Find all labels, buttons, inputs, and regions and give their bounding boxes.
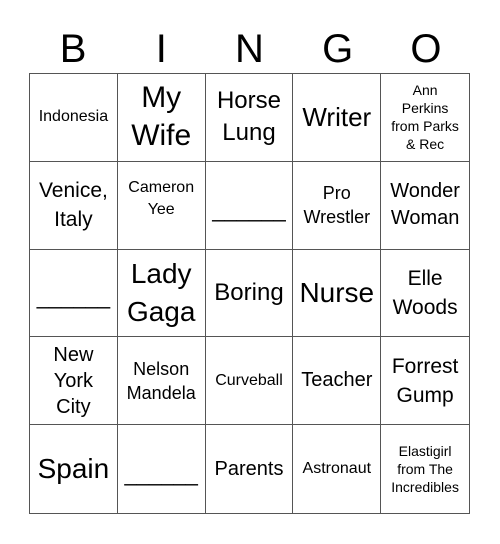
bingo-cell[interactable]: Cameron Yee xyxy=(117,161,206,250)
bingo-cell[interactable]: Nurse xyxy=(293,249,382,338)
bingo-cell[interactable]: Indonesia xyxy=(30,74,118,162)
bingo-cell[interactable]: Astronaut xyxy=(293,425,382,513)
bingo-header: B I N G O xyxy=(29,20,470,72)
header-letter-i: I xyxy=(155,27,167,71)
bingo-cell[interactable]: Spain xyxy=(30,425,118,513)
bingo-grid: Indonesia My Wife Horse Lung Writer Ann … xyxy=(29,73,470,514)
header-letter-n: N xyxy=(235,27,264,71)
header-letter-o: O xyxy=(410,27,442,71)
bingo-cell-blank[interactable]: ______ xyxy=(205,161,294,250)
bingo-cell-blank[interactable]: ______ xyxy=(30,249,118,338)
header-letter-g: G xyxy=(322,27,354,71)
bingo-cell[interactable]: Elastigirl from The Incredibles xyxy=(381,425,469,513)
bingo-cell[interactable]: Boring xyxy=(205,249,294,338)
bingo-cell[interactable]: Venice, Italy xyxy=(30,161,118,250)
bingo-cell[interactable]: Wonder Woman xyxy=(381,162,469,250)
bingo-cell[interactable]: New York City xyxy=(30,337,118,426)
bingo-cell[interactable]: Horse Lung xyxy=(205,74,294,162)
bingo-cell[interactable]: Nelson Mandela xyxy=(117,337,206,426)
bingo-cell[interactable]: Parents xyxy=(206,425,294,513)
bingo-cell[interactable]: Ann Perkins from Parks & Rec xyxy=(381,74,469,162)
bingo-cell[interactable]: Writer xyxy=(293,74,382,162)
bingo-cell[interactable]: Teacher xyxy=(293,337,382,426)
bingo-cell[interactable]: Lady Gaga xyxy=(117,249,206,338)
bingo-cell[interactable]: My Wife xyxy=(117,74,206,162)
bingo-cell[interactable]: Forrest Gump xyxy=(381,337,469,426)
header-letter-b: B xyxy=(59,27,87,71)
bingo-cell-blank[interactable]: ______ xyxy=(118,425,206,513)
bingo-cell[interactable]: Curveball xyxy=(205,337,294,426)
bingo-cell[interactable]: Pro Wrestler xyxy=(293,161,382,250)
bingo-cell[interactable]: Elle Woods xyxy=(381,250,469,338)
